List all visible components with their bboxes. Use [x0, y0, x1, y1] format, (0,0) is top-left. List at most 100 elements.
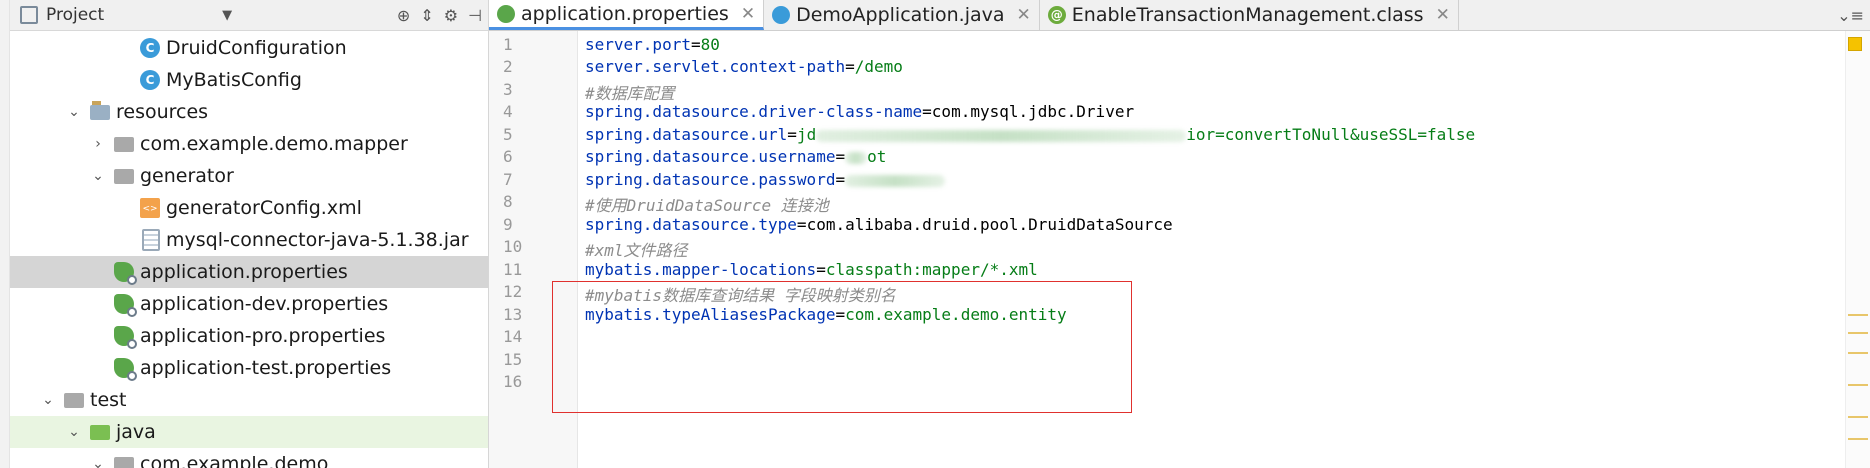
collapse-all-icon[interactable]: ⇕: [420, 6, 433, 25]
tool-window-strip[interactable]: [0, 0, 10, 468]
tree-item-application-properties[interactable]: application.properties: [10, 256, 488, 288]
tree-item-label: application.properties: [140, 261, 348, 283]
tab-label: application.properties: [521, 2, 729, 25]
tree-item-generatorconfig[interactable]: <> generatorConfig.xml: [10, 192, 488, 224]
line-number: 7: [503, 170, 513, 189]
tab-application-properties[interactable]: application.properties ✕: [489, 0, 765, 30]
tree-item-label: com.example.demo.mapper: [140, 133, 408, 155]
expand-arrow-icon[interactable]: ⌄: [90, 456, 106, 468]
close-icon[interactable]: ✕: [1017, 5, 1031, 25]
spring-properties-icon: [114, 358, 137, 381]
close-icon[interactable]: ✕: [1436, 5, 1450, 25]
xml-file-icon: <>: [140, 198, 160, 218]
error-stripe[interactable]: [1845, 31, 1870, 468]
tree-item-test[interactable]: ⌄ test: [10, 384, 488, 416]
code-line[interactable]: spring.datasource.password=: [585, 170, 946, 189]
locate-icon[interactable]: ⊕: [397, 6, 410, 25]
property-key: spring.datasource.driver-class-name: [585, 102, 923, 121]
spring-properties-icon: [114, 294, 137, 317]
line-number: 16: [503, 372, 523, 391]
tree-item-application-test[interactable]: application-test.properties: [10, 352, 488, 384]
code-line[interactable]: server.servlet.context-path=/demo: [585, 57, 903, 76]
tree-item-label: generatorConfig.xml: [166, 197, 362, 219]
property-value-end: ior=convertToNull&useSSL=false: [1186, 125, 1476, 144]
stripe-marker[interactable]: [1848, 332, 1868, 334]
line-number: 11: [503, 260, 523, 279]
tree-item-druidconfiguration[interactable]: C DruidConfiguration: [10, 32, 488, 64]
line-number: 13: [503, 305, 523, 324]
resources-folder-icon: [90, 101, 110, 120]
folder-icon: [114, 137, 134, 152]
tree-item-demo-package[interactable]: ⌄ com.example.demo: [10, 448, 488, 468]
redacted-blur: [816, 129, 1187, 142]
tab-demoapplication-java[interactable]: DemoApplication.java ✕: [764, 0, 1040, 30]
test-folder-icon: [90, 425, 110, 440]
code-line[interactable]: spring.datasource.type=com.alibaba.druid…: [585, 215, 1173, 234]
tab-label: DemoApplication.java: [796, 4, 1005, 26]
line-number: 9: [503, 215, 513, 234]
stripe-marker[interactable]: [1848, 438, 1868, 440]
stripe-marker[interactable]: [1848, 314, 1868, 316]
tree-item-label: generator: [140, 165, 234, 187]
collapse-arrow-icon[interactable]: ›: [90, 136, 106, 152]
close-icon[interactable]: ✕: [741, 4, 755, 24]
spring-properties-icon: [497, 4, 515, 23]
spring-properties-icon: [114, 262, 137, 285]
hide-panel-icon[interactable]: ⊣: [468, 6, 482, 25]
property-key: spring.datasource.type: [585, 215, 797, 234]
tab-label: EnableTransactionManagement.class: [1071, 4, 1424, 26]
tree-item-label: MyBatisConfig: [166, 69, 302, 91]
property-key: server.servlet.context-path: [585, 57, 846, 76]
stripe-marker[interactable]: [1848, 352, 1868, 354]
property-value: /demo: [854, 57, 903, 76]
tree-item-resources[interactable]: ⌄ resources: [10, 96, 488, 128]
expand-arrow-icon[interactable]: ⌄: [66, 424, 82, 440]
redacted-blur: [845, 174, 946, 187]
project-view-icon: [20, 6, 38, 24]
line-number: 15: [503, 350, 523, 369]
code-comment[interactable]: #使用DruidDataSource 连接池: [585, 192, 829, 216]
tree-item-generator[interactable]: ⌄ generator: [10, 160, 488, 192]
annotation-icon: @: [1047, 6, 1066, 24]
jar-file-icon: [142, 229, 160, 251]
line-number: 12: [503, 282, 523, 301]
code-line[interactable]: spring.datasource.username= ot: [585, 147, 886, 166]
code-line[interactable]: server.port=80: [585, 35, 720, 54]
property-key: spring.datasource.password: [585, 170, 836, 189]
folder-icon: [114, 169, 134, 184]
tab-enabletransactionmanagement-class[interactable]: @ EnableTransactionManagement.class ✕: [1040, 0, 1459, 30]
expand-arrow-icon[interactable]: ⌄: [66, 104, 82, 120]
property-value: com.mysql.jdbc.Driver: [931, 102, 1135, 121]
code-line[interactable]: spring.datasource.url=jd ior=convertToNul…: [585, 125, 1475, 144]
code-comment[interactable]: #xml文件路径: [585, 237, 688, 261]
stripe-marker[interactable]: [1848, 416, 1868, 418]
code-comment[interactable]: #数据库配置: [585, 80, 675, 104]
view-dropdown-icon[interactable]: ▼: [222, 8, 232, 23]
tab-list-icon[interactable]: ⌄≡: [1837, 0, 1864, 30]
code-line[interactable]: mybatis.mapper-locations=classpath:mappe…: [585, 260, 1038, 279]
property-key: mybatis.mapper-locations: [585, 260, 817, 279]
code-line[interactable]: spring.datasource.driver-class-name=com.…: [585, 102, 1134, 121]
tree-item-label: application-test.properties: [140, 357, 392, 379]
project-panel-header: Project ▼ ⊕ ⇕ ⚙ ⊣: [10, 0, 488, 31]
expand-arrow-icon[interactable]: ⌄: [90, 168, 106, 184]
line-number: 4: [503, 102, 513, 121]
redacted-blur: [845, 151, 868, 164]
tree-item-application-pro[interactable]: application-pro.properties: [10, 320, 488, 352]
line-number: 5: [503, 125, 513, 144]
warning-indicator-icon[interactable]: [1848, 37, 1862, 51]
class-icon: C: [140, 38, 160, 58]
gear-icon[interactable]: ⚙: [444, 6, 458, 25]
tree-item-mapper-package[interactable]: › com.example.demo.mapper: [10, 128, 488, 160]
project-panel-title[interactable]: Project: [46, 5, 104, 25]
line-number: 2: [503, 57, 513, 76]
tree-item-mybatisconfig[interactable]: C MyBatisConfig: [10, 64, 488, 96]
expand-arrow-icon[interactable]: ⌄: [40, 392, 56, 408]
stripe-marker[interactable]: [1848, 384, 1868, 386]
tree-item-label: application-dev.properties: [140, 293, 389, 315]
tree-item-mysql-connector[interactable]: mysql-connector-java-5.1.38.jar: [10, 224, 488, 256]
tree-item-java[interactable]: ⌄ java: [10, 416, 488, 448]
tree-item-application-dev[interactable]: application-dev.properties: [10, 288, 488, 320]
java-class-icon: [772, 6, 791, 24]
line-number: 14: [503, 327, 523, 346]
